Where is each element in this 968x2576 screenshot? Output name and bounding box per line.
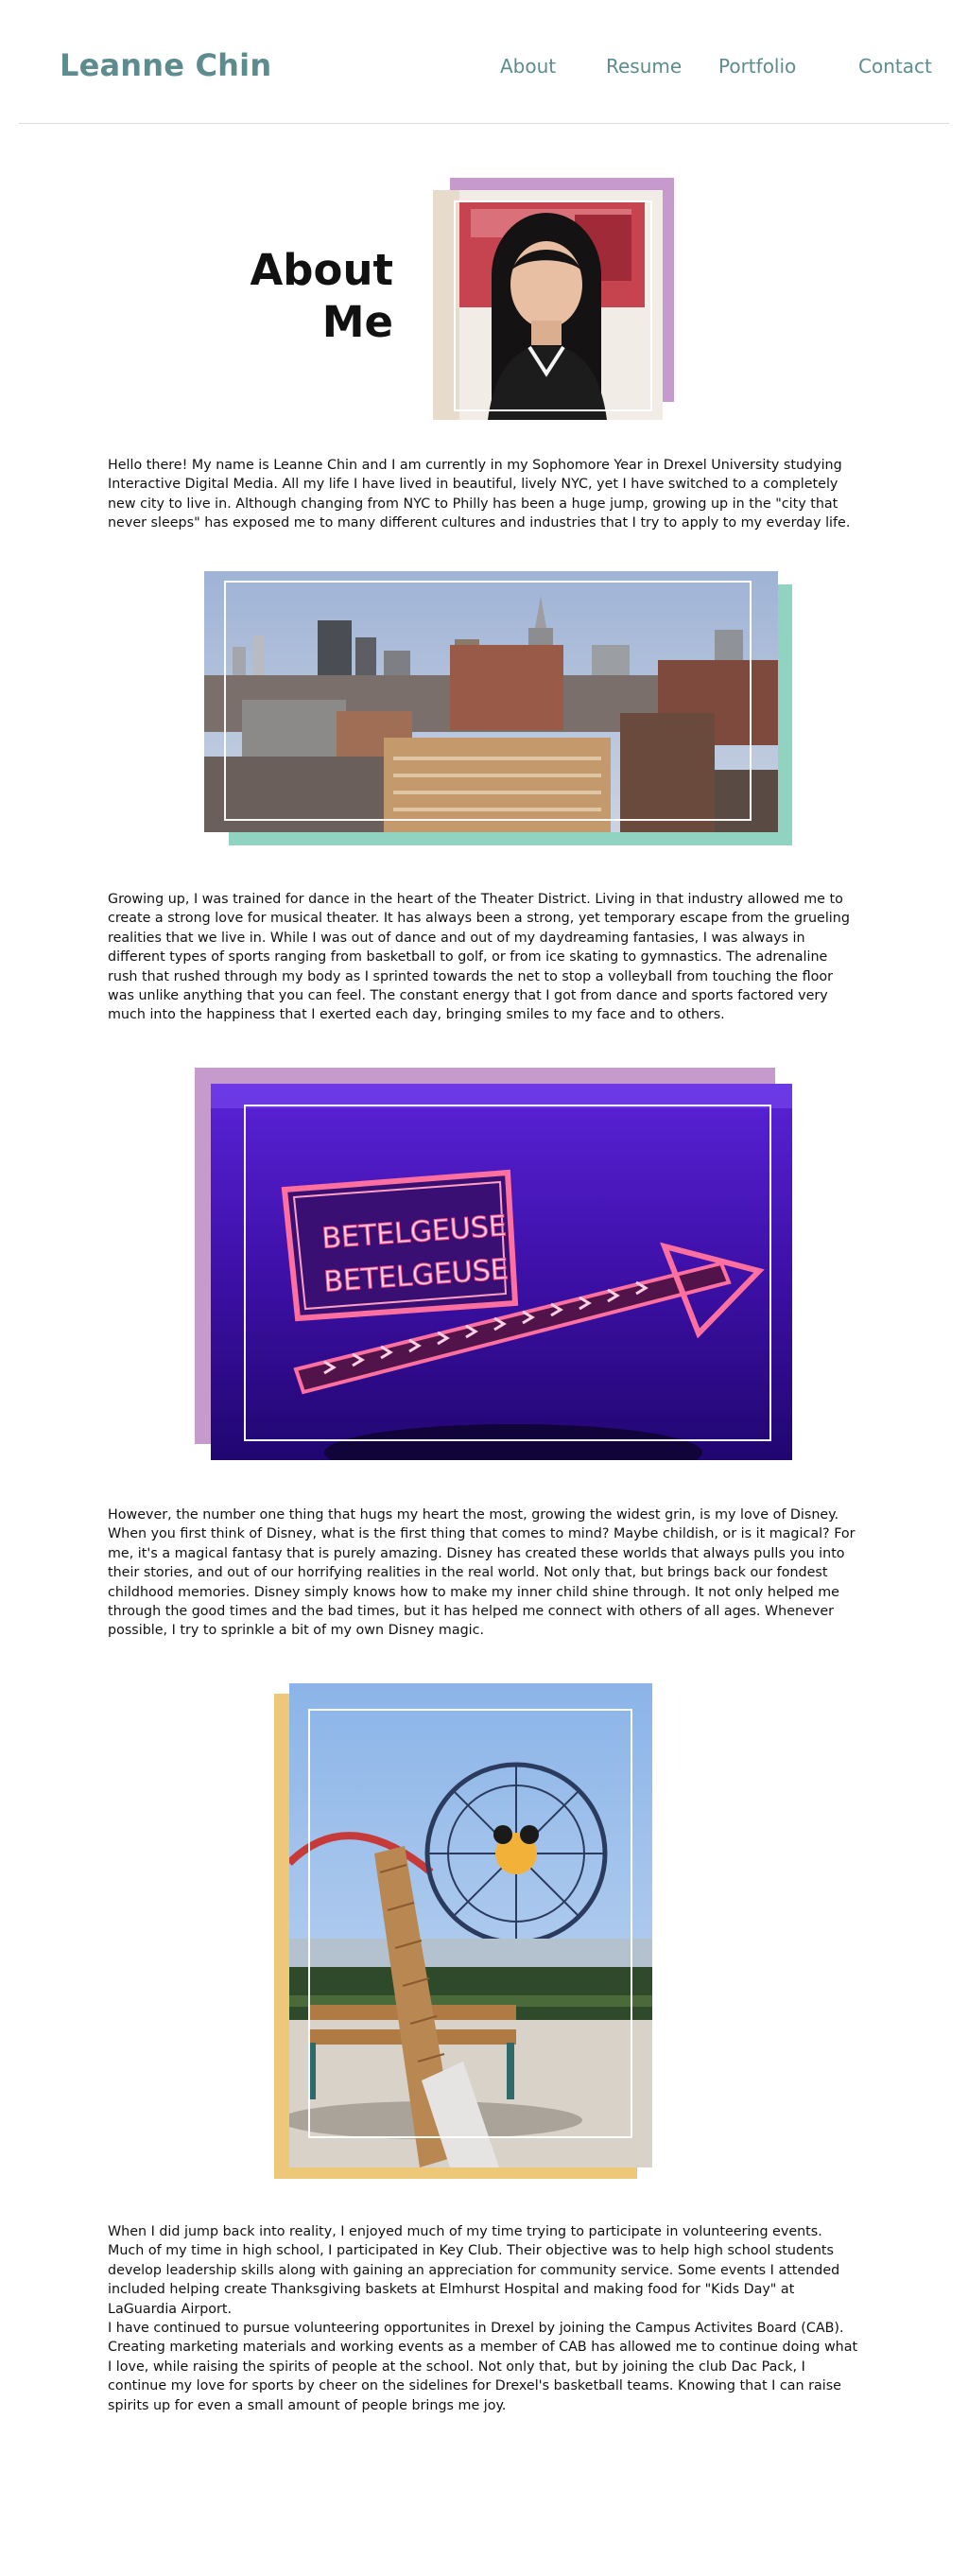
betelgeuse-photo-frame	[244, 1105, 771, 1441]
nav-about[interactable]: About	[500, 55, 556, 78]
page-title: About Me	[227, 244, 393, 348]
site-logo[interactable]: Leanne Chin	[60, 47, 271, 83]
portrait-frame	[454, 200, 652, 411]
portrait-photo	[433, 190, 663, 420]
site-header: Leanne Chin About Resume Portfolio Conta…	[0, 0, 968, 123]
disney-paragraph: However, the number one thing that hugs …	[108, 1507, 856, 1639]
disney-photo	[289, 1683, 652, 2167]
intro-paragraph: Hello there! My name is Leanne Chin and …	[108, 458, 851, 531]
drexel-paragraph: I have continued to pursue volunteering …	[108, 2321, 858, 2413]
betelgeuse-photo-block: BETELGEUSE BETELGEUSE	[195, 1068, 792, 1460]
nav-contact[interactable]: Contact	[858, 55, 932, 78]
page-title-line-2: Me	[321, 297, 393, 347]
nyc-photo-frame	[224, 581, 752, 821]
betelgeuse-photo: BETELGEUSE BETELGEUSE	[211, 1084, 792, 1460]
volunteer-paragraph: When I did jump back into reality, I enj…	[108, 2224, 840, 2317]
page-title-line-1: About	[250, 245, 393, 295]
header-divider	[19, 123, 949, 124]
disney-photo-block	[274, 1683, 652, 2179]
dance-sports-paragraph: Growing up, I was trained for dance in t…	[108, 892, 850, 1023]
nav-portfolio[interactable]: Portfolio	[718, 55, 796, 78]
nyc-photo	[204, 571, 778, 832]
nav-resume[interactable]: Resume	[606, 55, 682, 78]
nyc-photo-block	[204, 571, 792, 845]
portrait-block	[433, 178, 674, 420]
disney-photo-frame	[308, 1709, 632, 2138]
